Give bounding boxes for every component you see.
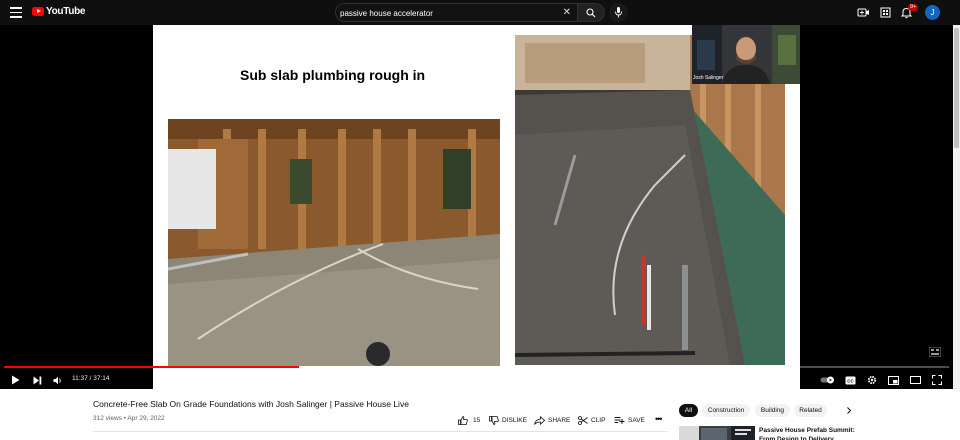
video-views-date: 312 views • Apr 29, 2022 xyxy=(93,415,165,422)
player-controls: 11:37 / 37:14 CC xyxy=(0,371,953,389)
hamburger-menu-icon[interactable] xyxy=(10,7,22,18)
theater-mode-icon xyxy=(910,376,921,384)
share-icon xyxy=(534,415,545,425)
channel-watermark-icon[interactable] xyxy=(929,347,941,357)
slide-photo-gravel xyxy=(515,35,785,365)
chip-related[interactable]: Related xyxy=(794,404,827,417)
settings-button[interactable] xyxy=(867,371,877,389)
masthead: YouTube ✕ 9+ J xyxy=(0,0,960,25)
mute-button[interactable] xyxy=(53,371,63,389)
progress-bar[interactable] xyxy=(4,366,949,368)
like-button[interactable]: 15 xyxy=(458,414,480,426)
search-button[interactable] xyxy=(578,3,605,22)
slide-photo-interior xyxy=(168,119,500,366)
autoplay-toggle-icon xyxy=(820,376,834,384)
more-actions-icon[interactable]: ••• xyxy=(655,414,663,424)
youtube-play-icon xyxy=(32,7,44,16)
search-input[interactable] xyxy=(340,7,560,19)
dislike-button[interactable]: DISLIKE xyxy=(489,414,527,426)
save-label: SAVE xyxy=(628,416,645,424)
theater-mode-button[interactable] xyxy=(910,371,921,389)
youtube-logo[interactable]: YouTube xyxy=(32,6,86,17)
notification-count-badge: 9+ xyxy=(908,4,919,11)
progress-bar-fill xyxy=(4,366,299,368)
recommended-video-title[interactable]: Passive House Prefab Summit: From Design… xyxy=(759,426,859,440)
fullscreen-button[interactable] xyxy=(932,371,942,389)
page-scrollbar-thumb[interactable] xyxy=(954,28,959,148)
search-box: ✕ xyxy=(335,3,578,22)
chip-all[interactable]: All xyxy=(679,404,698,417)
autoplay-toggle[interactable] xyxy=(820,371,836,389)
dislike-label: DISLIKE xyxy=(502,416,527,424)
captions-icon: CC xyxy=(845,376,856,384)
svg-text:CC: CC xyxy=(847,378,854,383)
chevron-right-icon[interactable] xyxy=(844,404,854,417)
search-icon xyxy=(586,8,596,18)
time-display: 11:37 / 37:14 xyxy=(72,375,110,382)
clip-label: CLIP xyxy=(591,416,606,424)
thumbs-up-icon xyxy=(458,415,468,425)
clip-button[interactable]: CLIP xyxy=(578,414,605,426)
logo-text: YouTube xyxy=(46,6,86,17)
captions-button[interactable]: CC xyxy=(845,371,856,389)
skip-next-icon xyxy=(33,376,42,384)
like-count: 15 xyxy=(473,416,481,424)
share-button[interactable]: SHARE xyxy=(534,414,570,426)
recommended-video-thumbnail[interactable] xyxy=(679,426,755,440)
gear-icon xyxy=(867,375,877,385)
play-icon xyxy=(12,375,20,385)
video-title: Concrete-Free Slab On Grade Foundations … xyxy=(93,399,409,409)
playlist-add-icon xyxy=(614,416,625,424)
next-video-button[interactable] xyxy=(33,371,42,389)
video-player[interactable]: Sub slab plumbing rough in Josh Salinger… xyxy=(0,25,953,389)
thumbs-down-icon xyxy=(489,415,499,425)
scissors-icon xyxy=(578,415,588,425)
chip-building[interactable]: Building xyxy=(755,404,790,417)
share-label: SHARE xyxy=(548,416,571,424)
fullscreen-icon xyxy=(932,375,942,385)
volume-icon xyxy=(53,376,61,384)
chip-construction[interactable]: Construction xyxy=(702,404,750,417)
create-video-icon[interactable] xyxy=(857,6,870,19)
divider xyxy=(93,431,668,432)
play-button[interactable] xyxy=(11,371,20,389)
slide-title: Sub slab plumbing rough in xyxy=(240,67,426,83)
miniplayer-icon xyxy=(888,375,899,385)
clear-search-icon[interactable]: ✕ xyxy=(563,8,571,18)
apps-grid-icon[interactable] xyxy=(879,6,892,19)
save-button[interactable]: SAVE xyxy=(614,414,645,426)
miniplayer-button[interactable] xyxy=(888,371,899,389)
presenter-name-label: Josh Salinger xyxy=(693,75,724,81)
account-avatar[interactable]: J xyxy=(925,5,940,20)
voice-search-button[interactable] xyxy=(609,3,628,22)
microphone-icon xyxy=(615,7,622,18)
